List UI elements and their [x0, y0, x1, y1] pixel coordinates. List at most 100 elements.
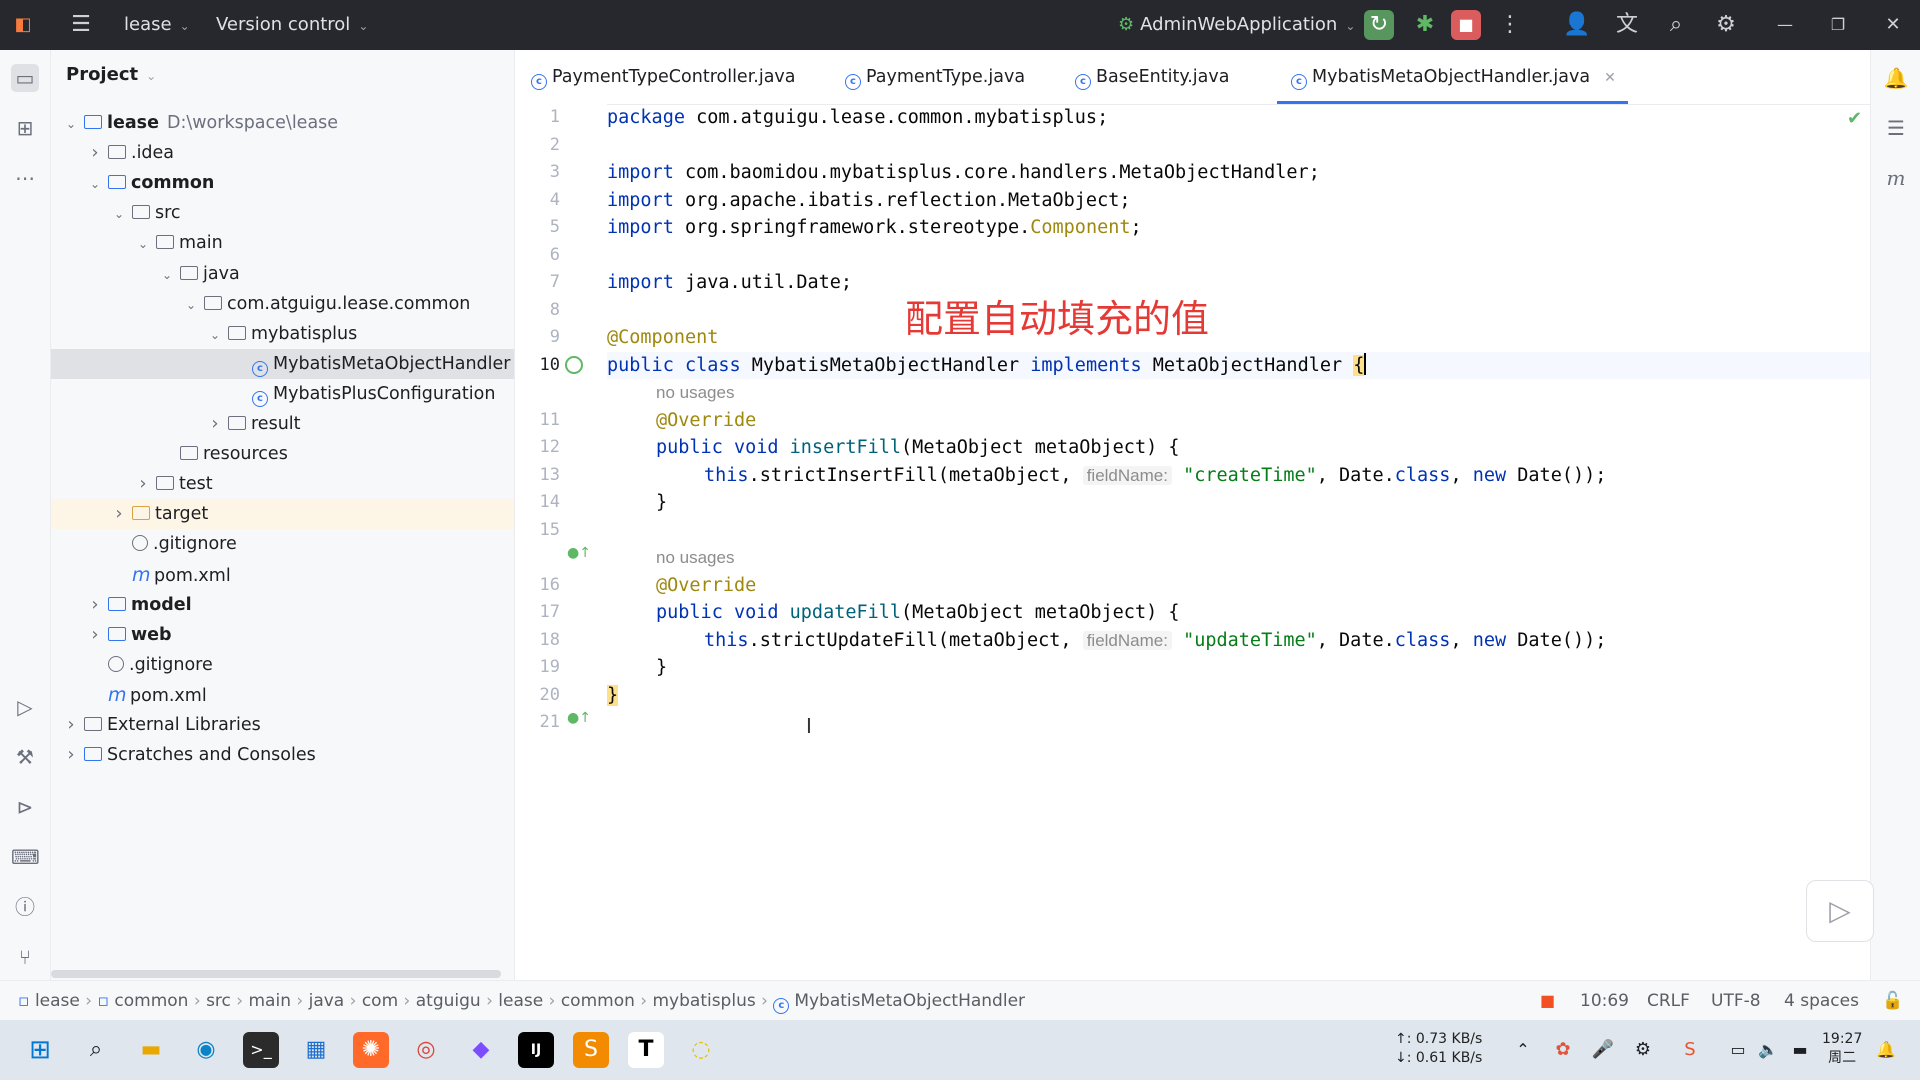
tree-item-folder[interactable]: resources — [51, 439, 514, 469]
tree-item-folder[interactable]: ⌄ src — [51, 198, 514, 228]
tree-item-folder[interactable]: ⌄ common — [51, 168, 514, 198]
tree-item-folder[interactable]: › target — [51, 499, 514, 530]
breadcrumb-item[interactable]: lease — [35, 991, 80, 1011]
chevron-down-icon[interactable]: ⌄ — [88, 169, 102, 199]
tab-payment-type-controller[interactable]: c PaymentTypeController.java — [531, 50, 796, 104]
tab-mybatis-meta-object-handler[interactable]: c MybatisMetaObjectHandler.java ✕ — [1277, 50, 1628, 104]
chevron-right-icon[interactable]: › — [208, 409, 222, 439]
typora-icon[interactable]: T — [628, 1032, 664, 1068]
database-icon[interactable]: ☰ — [1882, 114, 1910, 142]
stop-icon[interactable]: ■ — [1451, 10, 1481, 40]
breadcrumb-item[interactable]: common — [114, 991, 188, 1011]
project-panel-title[interactable]: Project ⌄ — [66, 64, 156, 85]
tree-item-folder[interactable]: ⌄ main — [51, 228, 514, 258]
override-gutter-icon[interactable]: ●↑ — [567, 545, 591, 561]
tree-item-class[interactable]: c MybatisMetaObjectHandler — [51, 348, 514, 379]
indent-setting[interactable]: 4 spaces — [1784, 981, 1859, 1021]
search-icon[interactable]: ⌕ — [1661, 10, 1691, 40]
intellij-taskbar-icon[interactable]: IJ — [518, 1032, 554, 1068]
tray-chevron-icon[interactable]: ⌃ — [1505, 1032, 1541, 1068]
windows-start-icon[interactable]: ⊞ — [22, 1032, 58, 1068]
terminal-app-icon[interactable]: >_ — [243, 1032, 279, 1068]
line-separator[interactable]: CRLF — [1647, 981, 1690, 1021]
chrome-icon[interactable]: ◎ — [408, 1032, 444, 1068]
breadcrumb-item[interactable]: lease — [498, 991, 543, 1011]
tree-item-folder[interactable]: › .idea — [51, 138, 514, 168]
debug-icon[interactable]: ✱ — [1410, 10, 1440, 40]
no-problems-check-icon[interactable]: ✔ — [1847, 108, 1862, 129]
clock[interactable]: 19:27 周二 — [1822, 1030, 1862, 1068]
caret-position[interactable]: 10:69 — [1580, 981, 1629, 1021]
version-control-menu[interactable]: Version control ⌄ — [216, 0, 368, 50]
file-encoding[interactable]: UTF-8 — [1711, 981, 1761, 1021]
notifications-bell-icon[interactable]: 🔔 — [1882, 64, 1910, 92]
microphone-icon[interactable]: 🎤 — [1585, 1032, 1621, 1068]
chevron-down-icon[interactable]: ⌄ — [208, 320, 222, 350]
rerun-icon[interactable]: ↻ — [1364, 10, 1394, 40]
volume-icon[interactable]: 🔈 — [1750, 1032, 1786, 1068]
tree-item[interactable]: › External Libraries — [51, 710, 514, 740]
tab-payment-type[interactable]: c PaymentType.java — [845, 50, 1025, 104]
run-configuration-selector[interactable]: ⚙ AdminWebApplication ⌄ — [1118, 0, 1355, 50]
breadcrumb-item[interactable]: src — [206, 991, 231, 1011]
services-icon[interactable]: ⊳ — [11, 793, 39, 821]
tab-base-entity[interactable]: c BaseEntity.java — [1075, 50, 1229, 104]
tree-item[interactable]: m pom.xml — [51, 680, 514, 710]
chevron-right-icon[interactable]: › — [112, 499, 126, 529]
close-tab-icon[interactable]: ✕ — [1604, 70, 1616, 86]
tree-item[interactable]: m pom.xml — [51, 560, 514, 590]
project-selector[interactable]: lease ⌄ — [124, 0, 190, 50]
tree-item-folder[interactable]: ⌄ java — [51, 259, 514, 289]
horizontal-scrollbar[interactable] — [51, 970, 501, 978]
chevron-down-icon[interactable]: ⌄ — [184, 290, 198, 320]
chevron-right-icon[interactable]: › — [88, 620, 102, 650]
breadcrumb-item[interactable]: java — [309, 991, 345, 1011]
breadcrumb-item[interactable]: common — [561, 991, 635, 1011]
file-explorer-icon[interactable]: ▬ — [133, 1032, 169, 1068]
tray-app-icon[interactable]: ✿ — [1545, 1032, 1581, 1068]
breadcrumb-item[interactable]: main — [249, 991, 291, 1011]
translate-icon[interactable]: 文 — [1612, 10, 1642, 40]
lock-icon[interactable]: 🔓 — [1882, 981, 1903, 1021]
minimize-icon[interactable]: — — [1770, 10, 1800, 40]
chevron-down-icon[interactable]: ⌄ — [64, 109, 78, 139]
chevron-down-icon[interactable]: ⌄ — [136, 229, 150, 259]
chevron-down-icon[interactable]: ⌄ — [160, 260, 174, 290]
restore-icon[interactable]: ❐ — [1823, 10, 1853, 40]
terminal-icon[interactable]: ⌨ — [11, 843, 40, 871]
bean-gutter-icon[interactable] — [565, 356, 583, 374]
project-folder-icon[interactable]: ▭ — [11, 64, 39, 92]
code-editor[interactable]: package com.atguigu.lease.common.mybatis… — [607, 104, 1870, 980]
git-branch-icon[interactable]: ⑂ — [11, 943, 39, 971]
main-menu-icon[interactable]: ☰ — [66, 10, 96, 40]
chevron-right-icon[interactable]: › — [136, 469, 150, 499]
tree-item-folder[interactable]: ⌄ com.atguigu.lease.common — [51, 289, 514, 319]
notification-center-icon[interactable]: 🔔 — [1868, 1032, 1904, 1068]
edge-browser-icon[interactable]: ◉ — [188, 1032, 224, 1068]
tree-item-folder[interactable]: › web — [51, 620, 514, 650]
app-icon[interactable]: ✺ — [353, 1032, 389, 1068]
chevron-right-icon[interactable]: › — [64, 710, 78, 740]
tree-item-folder[interactable]: ⌄ mybatisplus — [51, 319, 514, 349]
tray-app-icon[interactable]: ⚙ — [1625, 1032, 1661, 1068]
override-gutter-icon[interactable]: ●↑ — [567, 710, 591, 726]
tree-item[interactable]: › Scratches and Consoles — [51, 740, 514, 770]
breadcrumb-item[interactable]: com — [362, 991, 398, 1011]
problems-icon[interactable]: ⓘ — [11, 893, 39, 921]
build-hammer-icon[interactable]: ⚒ — [11, 743, 39, 771]
breadcrumb-item[interactable]: MybatisMetaObjectHandler — [794, 991, 1025, 1011]
more-tools-icon[interactable]: ⋯ — [11, 164, 39, 192]
chevron-right-icon[interactable]: › — [64, 740, 78, 770]
breadcrumb-item[interactable]: atguigu — [416, 991, 481, 1011]
more-actions-icon[interactable]: ⋮ — [1495, 10, 1525, 40]
taskbar-search-icon[interactable]: ⌕ — [78, 1032, 114, 1068]
store-icon[interactable]: ▦ — [298, 1032, 334, 1068]
chevron-right-icon[interactable]: › — [88, 138, 102, 168]
tray-sogou-icon[interactable]: S — [1672, 1032, 1708, 1068]
battery-icon[interactable]: ▬ — [1782, 1032, 1818, 1068]
maven-icon[interactable]: m — [1882, 164, 1910, 192]
tree-item[interactable]: .gitignore — [51, 650, 514, 680]
tree-item-folder[interactable]: › model — [51, 590, 514, 620]
floating-play-icon[interactable]: ▷ — [1806, 880, 1874, 942]
close-window-icon[interactable]: ✕ — [1878, 10, 1908, 40]
